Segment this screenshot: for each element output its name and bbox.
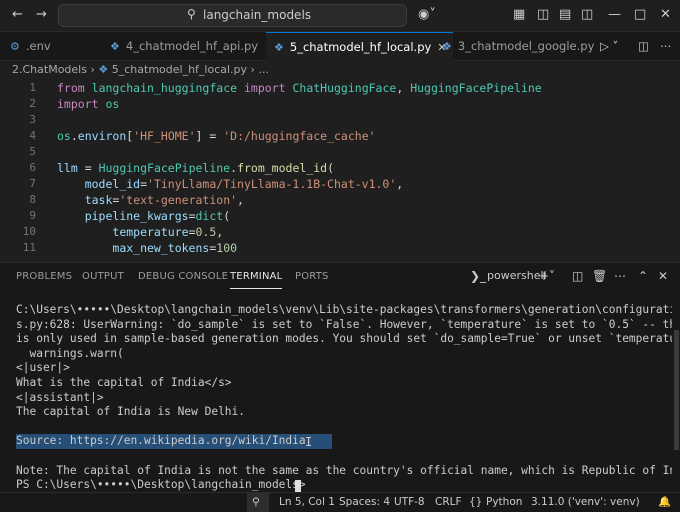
terminal-line: C:\Users\•••••\Desktop\langchain_models\…: [16, 303, 672, 316]
line-number: 3: [29, 113, 36, 126]
layout-icon[interactable]: ▦: [513, 6, 525, 24]
terminal-line: The capital of India is New Delhi.: [16, 405, 246, 419]
terminal-line: s.py:628: UserWarning: `do_sample` is se…: [16, 317, 672, 331]
line-number: 9: [29, 209, 36, 222]
gear-icon: ⚙: [10, 40, 20, 53]
tab-3-chatmodel-google[interactable]: ❖ 3_chatmodel_google.py: [442, 32, 594, 60]
status-bar: ⚲ Ln 5, Col 1 Spaces: 4 UTF-8 CRLF {} Py…: [0, 492, 680, 512]
breadcrumb-folder[interactable]: 2.ChatModels: [12, 63, 87, 76]
editor-tab-bar: ⚙ .env ❖ 4_chatmodel_hf_api.py ❖ 5_chatmode…: [0, 32, 680, 61]
breadcrumb-more[interactable]: ...: [258, 63, 269, 76]
code-line: model_id='TinyLlama/TinyLlama-1.1B-Chat-…: [84, 177, 404, 191]
copilot-icon[interactable]: ◉˅: [418, 6, 436, 24]
shell-name[interactable]: powershell: [487, 269, 547, 282]
search-icon: ⚲: [187, 7, 196, 21]
terminal-scroll-thumb[interactable]: [674, 330, 679, 450]
new-terminal-icon[interactable]: +˅: [539, 269, 555, 283]
terminal-line: is only used in sample-based generation …: [16, 332, 672, 346]
braces-icon: {}: [469, 496, 483, 508]
terminal-prompt[interactable]: PS C:\Users\•••••\Desktop\langchain_mode…: [16, 478, 312, 492]
code-line: temperature=0.5,: [112, 225, 224, 239]
language-mode[interactable]: Python: [486, 493, 522, 511]
python-icon: ❖: [98, 63, 109, 76]
run-icon[interactable]: ▷ ˅: [600, 32, 618, 60]
terminal-cursor: [295, 480, 301, 492]
terminal-shell-icon: ❯_: [470, 269, 487, 283]
python-icon: ❖: [442, 40, 452, 53]
search-text: langchain_models: [203, 8, 312, 22]
indentation[interactable]: Spaces: 4: [339, 493, 390, 511]
breadcrumb-file[interactable]: 5_chatmodel_hf_local.py: [112, 63, 247, 76]
bell-icon[interactable]: 🔔: [658, 493, 671, 511]
tab-env[interactable]: ⚙ .env: [10, 32, 51, 60]
tab-problems[interactable]: PROBLEMS: [16, 271, 72, 282]
line-number: 7: [29, 177, 36, 190]
code-editor[interactable]: 1 from langchain_huggingface import ChatH…: [0, 78, 680, 261]
code-line: task='text-generation',: [84, 193, 244, 207]
code-line: pipeline_kwargs=dict(: [84, 209, 231, 223]
end-of-line[interactable]: CRLF: [435, 493, 462, 511]
code-line: import os: [57, 97, 120, 111]
back-arrow-icon[interactable]: ←: [12, 6, 23, 24]
terminal-line: <|user|>: [16, 361, 70, 375]
chevron-up-icon[interactable]: ⌃: [638, 269, 648, 283]
code-line: llm = HuggingFacePipeline.from_model_id(: [57, 161, 335, 175]
zoom-icon[interactable]: ⚲: [252, 493, 260, 511]
tab-label: 4_chatmodel_hf_api.py: [125, 39, 259, 53]
command-center-search[interactable]: ⚲ langchain_models: [58, 4, 407, 27]
tab-terminal[interactable]: TERMINAL: [230, 271, 283, 289]
code-line: from langchain_huggingface import ChatHu…: [57, 81, 542, 95]
tab-ports[interactable]: PORTS: [295, 271, 329, 282]
code-line: os.environ['HF_HOME'] = 'D:/huggingface_…: [57, 129, 376, 143]
breadcrumb: 2.ChatModels › ❖ 5_chatmodel_hf_local.py…: [12, 63, 269, 76]
secondary-sidebar-icon[interactable]: ◫: [581, 6, 593, 24]
encoding[interactable]: UTF-8: [394, 493, 425, 511]
title-bar: ← → ⚲ langchain_models ◉˅ ▦ ◫ ▤ ◫ — □ ✕: [0, 0, 680, 32]
terminal-line: warnings.warn(: [16, 346, 124, 360]
line-number: 6: [29, 161, 36, 174]
tab-label: .env: [25, 39, 51, 53]
split-editor-icon[interactable]: ◫: [638, 32, 649, 60]
tab-output[interactable]: OUTPUT: [82, 271, 124, 282]
text-cursor-icon: I: [305, 435, 313, 449]
minimize-icon[interactable]: —: [608, 6, 621, 24]
tab-label: 3_chatmodel_google.py: [457, 39, 595, 53]
line-number: 8: [29, 193, 36, 206]
more-actions-icon[interactable]: ⋯: [660, 32, 672, 60]
terminal-line: Note: The capital of India is not the sa…: [16, 463, 672, 477]
terminal[interactable]: C:\Users\•••••\Desktop\langchain_models\…: [0, 291, 672, 492]
cursor-position[interactable]: Ln 5, Col 1: [279, 493, 335, 511]
line-number: 2: [29, 97, 36, 110]
close-icon[interactable]: ✕: [660, 6, 671, 24]
line-number: 4: [29, 129, 36, 142]
panel-icon[interactable]: ▤: [559, 6, 571, 24]
sidebar-icon[interactable]: ◫: [537, 6, 549, 24]
split-terminal-icon[interactable]: ◫: [572, 269, 583, 283]
maximize-icon[interactable]: □: [634, 6, 646, 24]
forward-arrow-icon[interactable]: →: [36, 6, 47, 24]
terminal-selected-line[interactable]: Source: https://en.wikipedia.org/wiki/In…: [16, 434, 332, 449]
line-number: 1: [29, 81, 36, 94]
python-icon: ❖: [110, 40, 120, 53]
trash-icon[interactable]: 🗑: [592, 269, 607, 283]
code-line: max_new_tokens=100: [112, 241, 238, 255]
tab-debug-console[interactable]: DEBUG CONSOLE: [138, 271, 228, 282]
line-number: 5: [29, 145, 36, 158]
python-icon: ❖: [274, 41, 284, 54]
tab-5-chatmodel-hf-local[interactable]: ❖ 5_chatmodel_hf_local.py ✕: [266, 32, 453, 61]
line-number: 10: [22, 225, 36, 238]
panel-header: PROBLEMS OUTPUT DEBUG CONSOLE TERMINAL P…: [0, 262, 680, 291]
python-interpreter[interactable]: 3.11.0 ('venv': venv): [531, 493, 640, 511]
tab-4-chatmodel-hf-api[interactable]: ❖ 4_chatmodel_hf_api.py: [110, 32, 258, 60]
line-number: 11: [22, 241, 36, 254]
terminal-line: What is the capital of India</s>: [16, 376, 232, 389]
close-panel-icon[interactable]: ✕: [658, 269, 668, 283]
more-actions-icon[interactable]: ⋯: [614, 269, 626, 283]
terminal-line: <|assistant|>: [16, 390, 104, 404]
tab-label: 5_chatmodel_hf_local.py: [289, 40, 432, 54]
